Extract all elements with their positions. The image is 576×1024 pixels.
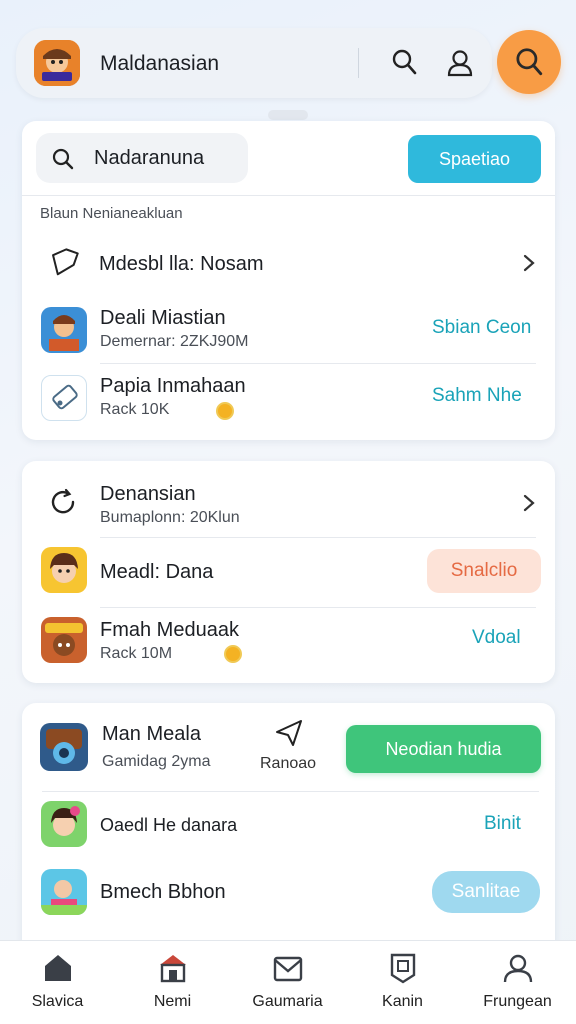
- card-header-title: Denansian: [100, 483, 196, 505]
- user-icon[interactable]: [444, 47, 476, 79]
- coin-icon: [224, 645, 242, 663]
- section-label: Blaun Nenianeakluan: [40, 205, 183, 222]
- nav-label: Nemi: [153, 993, 192, 1010]
- list-item[interactable]: Oaedl He danara Binit: [22, 799, 555, 855]
- divider: [100, 537, 536, 538]
- list-item-title: Oaedl He danara: [100, 815, 238, 835]
- list-item-subtitle: Rack 10K: [100, 401, 170, 418]
- app-thumbnail: [40, 723, 88, 771]
- drag-handle[interactable]: [268, 110, 308, 120]
- list-item-title: Meadl: Dana: [100, 561, 214, 583]
- search-card: Nadaranuna Spaetiao Blaun Nenianeakluan …: [22, 121, 555, 440]
- row-action-link[interactable]: Sbian Ceon: [432, 317, 531, 339]
- nav-label: Kanin: [382, 993, 423, 1010]
- bottom-navigation: Slavica Nemi Gaumaria Kanin Frungean: [0, 940, 576, 1024]
- chevron-right-icon[interactable]: [522, 493, 536, 513]
- nav-item-store[interactable]: Nemi: [115, 941, 230, 1024]
- nav-item-badge[interactable]: Kanin: [345, 941, 460, 1024]
- primary-action-button[interactable]: Neodian hudia: [346, 725, 541, 773]
- coin-icon: [216, 402, 234, 420]
- search-fab-button[interactable]: [497, 30, 561, 94]
- list-item-title: Papia Inmahaan: [100, 375, 246, 397]
- store-icon: [160, 955, 186, 983]
- divider: [22, 195, 555, 196]
- app-thumbnail: [41, 375, 87, 421]
- divider: [358, 48, 359, 78]
- divider: [100, 363, 536, 364]
- nav-item-home[interactable]: Slavica: [0, 941, 115, 1024]
- list-item-title: Bmech Bbhon: [100, 881, 226, 903]
- app-thumbnail: [41, 307, 87, 353]
- mail-icon: [273, 956, 303, 982]
- app-thumbnail: [41, 869, 87, 915]
- updates-card: Denansian Bumaplonn: 20Klun Meadl: Dana …: [22, 461, 555, 683]
- send-icon: [276, 720, 302, 746]
- card-header[interactable]: Denansian Bumaplonn: 20Klun: [22, 471, 555, 535]
- list-item-title: Fmah Meduaak: [100, 619, 239, 641]
- app-thumbnail: [41, 801, 87, 847]
- share-label: Ranoao: [260, 755, 317, 772]
- list-item-subtitle: Rack 10M: [100, 645, 173, 662]
- list-item[interactable]: Papia Inmahaan Rack 10K Sahm Nhe: [22, 369, 555, 431]
- divider: [42, 791, 539, 792]
- game-character-logo[interactable]: [34, 40, 80, 86]
- share-action[interactable]: Ranoao: [254, 715, 324, 777]
- nav-label: Gaumaria: [252, 993, 323, 1010]
- search-icon[interactable]: [388, 47, 420, 79]
- profile-icon: [503, 954, 533, 983]
- badge-icon: [390, 953, 416, 984]
- refresh-icon: [51, 488, 75, 514]
- featured-card: Man Meala Gamidag 2yma Ranoao Neodian hu…: [22, 703, 555, 963]
- nav-label: Slavica: [31, 993, 84, 1010]
- search-icon: [52, 148, 74, 170]
- search-input[interactable]: Nadaranuna: [36, 133, 248, 183]
- tag-icon: [52, 248, 79, 276]
- divider: [100, 607, 536, 608]
- row-action-link[interactable]: Vdoal: [472, 627, 521, 649]
- app-thumbnail: [41, 617, 87, 663]
- search-value: Nadaranuna: [94, 147, 205, 169]
- search-submit-button[interactable]: Spaetiao: [408, 135, 541, 183]
- card-header-subtitle: Bumaplonn: 20Klun: [100, 509, 240, 526]
- row-action-link[interactable]: Sahm Nhe: [432, 385, 522, 407]
- list-item-title: Mdesbl lla: Nosam: [99, 253, 264, 275]
- list-item-subtitle: Demernar: 2ZKJ90M: [100, 333, 249, 350]
- nav-item-mail[interactable]: Gaumaria: [230, 941, 345, 1024]
- list-item[interactable]: Deali Miastian Demernar: 2ZKJ90M Sbian C…: [22, 301, 555, 363]
- search-icon: [516, 48, 543, 76]
- list-item[interactable]: Mdesbl lla: Nosam: [22, 235, 555, 291]
- row-action-button[interactable]: Sanlitae: [432, 871, 540, 913]
- home-icon: [45, 955, 71, 981]
- row-action-link[interactable]: Binit: [484, 813, 521, 835]
- top-app-bar: Maldanasian: [16, 28, 492, 98]
- chevron-right-icon[interactable]: [522, 253, 536, 273]
- nav-label: Frungean: [483, 993, 552, 1010]
- app-title: Maldanasian: [100, 52, 220, 75]
- nav-item-profile[interactable]: Frungean: [460, 941, 575, 1024]
- app-thumbnail: [41, 547, 87, 593]
- featured-title: Man Meala: [102, 723, 201, 745]
- list-item[interactable]: Fmah Meduaak Rack 10M Vdoal: [22, 611, 555, 673]
- featured-subtitle: Gamidag 2yma: [102, 753, 211, 770]
- row-action-button[interactable]: Snalclio: [427, 549, 541, 593]
- list-item-title: Deali Miastian: [100, 307, 226, 329]
